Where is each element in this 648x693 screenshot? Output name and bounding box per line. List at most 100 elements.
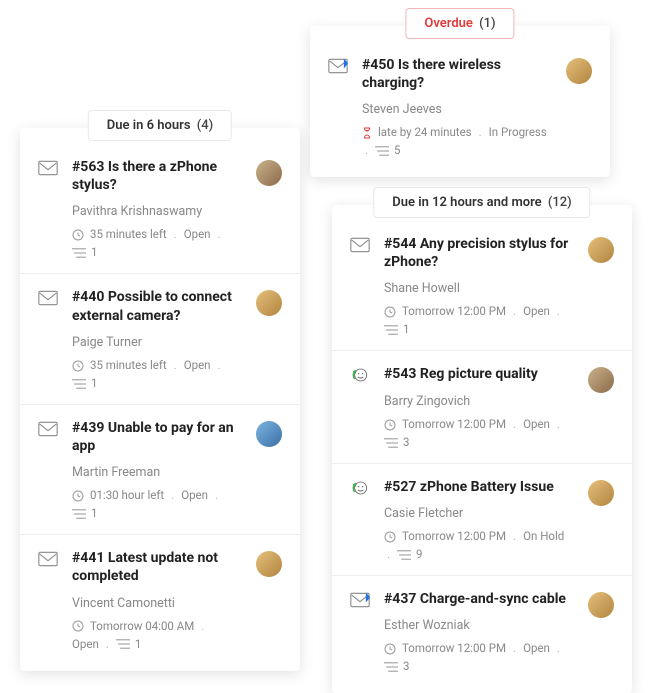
ticket-title[interactable]: #563 Is there a zPhone stylus? [72, 158, 238, 194]
overdue-header-count: (1) [479, 16, 495, 31]
thread-icon [72, 506, 87, 520]
ticket-meta: late by 24 minutes In Progress 5 [362, 125, 548, 157]
clock-icon [384, 417, 398, 431]
thread-icon [384, 435, 399, 449]
ticket-due-text: Tomorrow 12:00 PM [402, 641, 506, 655]
ticket-row[interactable]: #544 Any precision stylus for zPhone? Sh… [332, 225, 632, 350]
ticket-meta: Tomorrow 12:00 PM Open 3 [384, 641, 570, 673]
overdue-header-label: Overdue [424, 16, 473, 31]
due-6h-header: Due in 6 hours (4) [88, 110, 232, 141]
thread-icon [384, 659, 399, 673]
avatar[interactable] [588, 480, 614, 506]
ticket-thread-count: 1 [91, 506, 97, 520]
ticket-row[interactable]: #439 Unable to pay for an app Martin Fre… [20, 404, 300, 534]
ticket-requester: Casie Fletcher [384, 506, 570, 521]
ticket-requester: Steven Jeeves [362, 102, 548, 117]
feedback-icon [348, 480, 372, 496]
ticket-thread-count: 9 [416, 547, 422, 561]
mail-icon [348, 237, 372, 253]
clock-icon [72, 358, 86, 372]
thread-icon [375, 143, 390, 157]
hourglass-icon [362, 125, 374, 139]
ticket-status: Open [181, 488, 208, 502]
ticket-requester: Pavithra Krishnaswamy [72, 204, 238, 219]
due-6h-list: #563 Is there a zPhone stylus? Pavithra … [20, 128, 300, 671]
ticket-title[interactable]: #543 Reg picture quality [384, 365, 570, 383]
thread-icon [384, 322, 399, 336]
ticket-due-text: Tomorrow 04:00 AM [90, 619, 194, 633]
ticket-meta: 35 minutes left Open 1 [72, 358, 238, 390]
ticket-row[interactable]: #437 Charge-and-sync cable Esther Woznia… [332, 575, 632, 687]
ticket-meta: Tomorrow 12:00 PM On Hold 9 [384, 529, 570, 561]
mail-icon [36, 551, 60, 567]
mail-priority-icon [326, 58, 350, 74]
ticket-requester: Barry Zingovich [384, 394, 570, 409]
thread-icon [72, 376, 87, 390]
ticket-meta: 35 minutes left Open 1 [72, 227, 238, 259]
ticket-status: Open [523, 641, 550, 655]
ticket-status: On Hold [523, 529, 564, 543]
due-6h-header-label: Due in 6 hours [107, 118, 191, 133]
ticket-row[interactable]: #563 Is there a zPhone stylus? Pavithra … [20, 148, 300, 273]
ticket-due-text: Tomorrow 12:00 PM [402, 529, 506, 543]
due-6h-header-count: (4) [197, 118, 213, 133]
ticket-requester: Shane Howell [384, 281, 570, 296]
ticket-thread-count: 1 [135, 637, 141, 651]
due-12h-header-count: (12) [548, 195, 572, 210]
avatar[interactable] [256, 421, 282, 447]
ticket-title[interactable]: #437 Charge-and-sync cable [384, 590, 570, 608]
ticket-due-text: 01:30 hour left [90, 488, 164, 502]
overdue-header: Overdue (1) [405, 8, 514, 39]
overdue-card: Overdue (1) #450 Is there wireless charg… [310, 26, 610, 177]
ticket-meta: Tomorrow 12:00 PM Open 1 [384, 304, 570, 336]
due-12h-header: Due in 12 hours and more (12) [373, 187, 590, 218]
due-6h-card: Due in 6 hours (4) #563 Is there a zPhon… [20, 128, 300, 671]
ticket-row[interactable]: #450 Is there wireless charging? Steven … [310, 46, 610, 171]
ticket-due-text: Tomorrow 12:00 PM [402, 304, 506, 318]
ticket-title[interactable]: #439 Unable to pay for an app [72, 419, 238, 455]
avatar[interactable] [588, 367, 614, 393]
ticket-meta: Tomorrow 04:00 AM Open 1 [72, 619, 238, 651]
ticket-due-text: 35 minutes left [90, 227, 167, 241]
ticket-requester: Paige Turner [72, 335, 238, 350]
ticket-status: Open [184, 227, 211, 241]
ticket-title[interactable]: #441 Latest update not completed [72, 549, 238, 585]
mail-priority-icon [348, 592, 372, 608]
due-12h-card: Due in 12 hours and more (12) #544 Any p… [332, 205, 632, 693]
avatar[interactable] [566, 58, 592, 84]
avatar[interactable] [256, 290, 282, 316]
avatar[interactable] [588, 237, 614, 263]
thread-icon [397, 547, 412, 561]
ticket-row[interactable]: #440 Possible to connect external camera… [20, 273, 300, 403]
clock-icon [72, 227, 86, 241]
ticket-title[interactable]: #527 zPhone Battery Issue [384, 478, 570, 496]
ticket-meta: 01:30 hour left Open 1 [72, 488, 238, 520]
ticket-row[interactable]: #441 Latest update not completed Vincent… [20, 534, 300, 664]
due-12h-list: #544 Any precision stylus for zPhone? Sh… [332, 205, 632, 693]
ticket-status: Open [72, 637, 99, 651]
clock-icon [384, 304, 398, 318]
ticket-due-text: 35 minutes left [90, 358, 167, 372]
avatar[interactable] [256, 160, 282, 186]
ticket-requester: Martin Freeman [72, 465, 238, 480]
ticket-requester: Vincent Camonetti [72, 596, 238, 611]
ticket-title[interactable]: #544 Any precision stylus for zPhone? [384, 235, 570, 271]
clock-icon [384, 529, 398, 543]
thread-icon [116, 637, 131, 651]
clock-icon [72, 488, 86, 502]
ticket-thread-count: 1 [403, 322, 409, 336]
clock-icon [384, 641, 398, 655]
ticket-meta: Tomorrow 12:00 PM Open 3 [384, 417, 570, 449]
ticket-title[interactable]: #440 Possible to connect external camera… [72, 288, 238, 324]
ticket-status: In Progress [489, 125, 547, 139]
ticket-due-text: Tomorrow 12:00 PM [402, 417, 506, 431]
ticket-title[interactable]: #450 Is there wireless charging? [362, 56, 548, 92]
ticket-row[interactable]: #527 zPhone Battery Issue Casie Fletcher… [332, 463, 632, 575]
avatar[interactable] [588, 592, 614, 618]
overdue-list: #450 Is there wireless charging? Steven … [310, 26, 610, 177]
ticket-row[interactable]: #543 Reg picture quality Barry Zingovich… [332, 350, 632, 462]
avatar[interactable] [256, 551, 282, 577]
due-12h-header-label: Due in 12 hours and more [392, 195, 541, 210]
ticket-thread-count: 1 [91, 376, 97, 390]
ticket-thread-count: 3 [403, 435, 409, 449]
